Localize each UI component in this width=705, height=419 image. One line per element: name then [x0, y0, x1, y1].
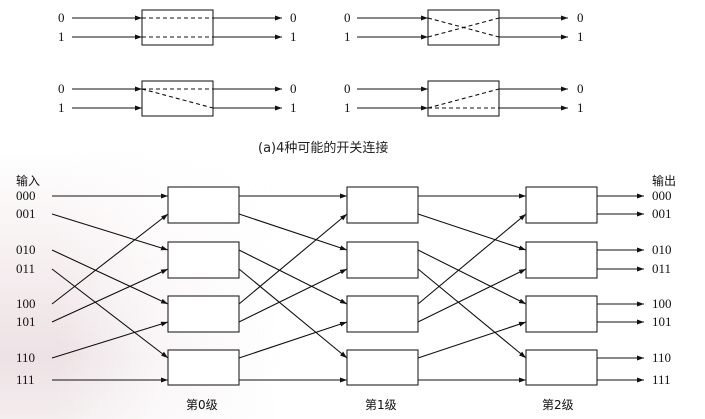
- switch-stage-2-box-2: [525, 295, 598, 333]
- input-label: 001: [16, 206, 36, 221]
- out-port-0-label: 0: [577, 81, 584, 96]
- network-wire: [51, 321, 169, 359]
- network-wire: [417, 213, 527, 305]
- input-label: 111: [16, 372, 35, 387]
- switch-examples: 0 1 0 1 0 1 0 1 0 1 0 1 0 1 0 1 (a)4种可能的…: [58, 9, 584, 156]
- switch-stage-1-box-1: [346, 241, 419, 279]
- switch-stage-1-box-3: [346, 349, 419, 386]
- output-label: 100: [652, 296, 672, 311]
- output-label: 101: [652, 314, 672, 329]
- in-port-0-label: 0: [58, 10, 65, 25]
- output-label: 111: [652, 372, 671, 387]
- output-heading: 输出: [652, 173, 676, 188]
- input-label: 110: [16, 350, 35, 365]
- switch-stage-0-box-1: [167, 241, 240, 279]
- switch-stage-2-box-0: [525, 186, 598, 224]
- stage-0-label: 第0级: [186, 398, 218, 412]
- switch-stage-2-box-3: [525, 349, 598, 386]
- switch-example-exchange: 0 1 0 1: [344, 9, 584, 46]
- out-port-1-label: 1: [290, 29, 297, 44]
- in-port-1-label: 1: [344, 100, 351, 115]
- switch-stage-0-box-3: [167, 349, 240, 386]
- input-label: 010: [16, 242, 36, 257]
- network-wire: [238, 213, 348, 305]
- in-port-1-label: 1: [58, 100, 65, 115]
- switch-example-lower-broadcast: 0 1 0 1: [344, 80, 584, 117]
- input-labels: 000 001 010 011 100 101 110 111: [16, 188, 36, 387]
- input-label: 100: [16, 296, 36, 311]
- input-heading: 输入: [16, 173, 40, 188]
- input-label: 000: [16, 188, 36, 203]
- out-port-0-label: 0: [290, 10, 297, 25]
- omega-network-diagram: 0 1 0 1 0 1 0 1 0 1 0 1 0 1 0 1 (a)4种可能的…: [16, 9, 676, 412]
- in-port-0-label: 0: [344, 81, 351, 96]
- in-port-1-label: 1: [58, 29, 65, 44]
- in-port-1-label: 1: [344, 29, 351, 44]
- output-label: 001: [652, 206, 672, 221]
- out-port-0-label: 0: [577, 10, 584, 25]
- switch-box: [141, 9, 214, 46]
- switch-stage-1-box-0: [346, 186, 419, 224]
- stage-2-label: 第2级: [542, 398, 574, 412]
- omega-network: 输入 输出 000 001 010 011 100 101 110 111 000 001 010…: [16, 173, 676, 412]
- switch-example-upper-broadcast: 0 1 0 1: [58, 80, 297, 117]
- network-wire: [417, 321, 527, 359]
- stage-1-label: 第1级: [365, 398, 397, 412]
- network-wire: [51, 213, 169, 251]
- output-label: 000: [652, 188, 672, 203]
- switch-stage-1-box-2: [346, 295, 419, 333]
- out-port-0-label: 0: [290, 81, 297, 96]
- out-port-1-label: 1: [577, 100, 584, 115]
- switch-stage-0-box-2: [167, 295, 240, 333]
- caption-switch-connections: (a)4种可能的开关连接: [258, 140, 388, 156]
- input-label: 101: [16, 314, 36, 329]
- input-label: 011: [16, 261, 35, 276]
- output-label: 010: [652, 242, 672, 257]
- switch-stage-0-box-0: [167, 186, 240, 224]
- out-port-1-label: 1: [290, 100, 297, 115]
- network-wire: [51, 213, 169, 305]
- network-wire: [238, 321, 348, 359]
- output-label: 011: [652, 261, 671, 276]
- output-labels: 000 001 010 011 100 101 110 111: [652, 188, 672, 387]
- in-port-0-label: 0: [58, 81, 65, 96]
- network-wire: [417, 213, 527, 251]
- network-switches: [167, 186, 598, 386]
- in-port-0-label: 0: [344, 10, 351, 25]
- network-wire: [238, 213, 348, 251]
- switch-example-straight: 0 1 0 1: [58, 9, 297, 46]
- output-label: 110: [652, 350, 671, 365]
- out-port-1-label: 1: [577, 29, 584, 44]
- switch-stage-2-box-1: [525, 241, 598, 279]
